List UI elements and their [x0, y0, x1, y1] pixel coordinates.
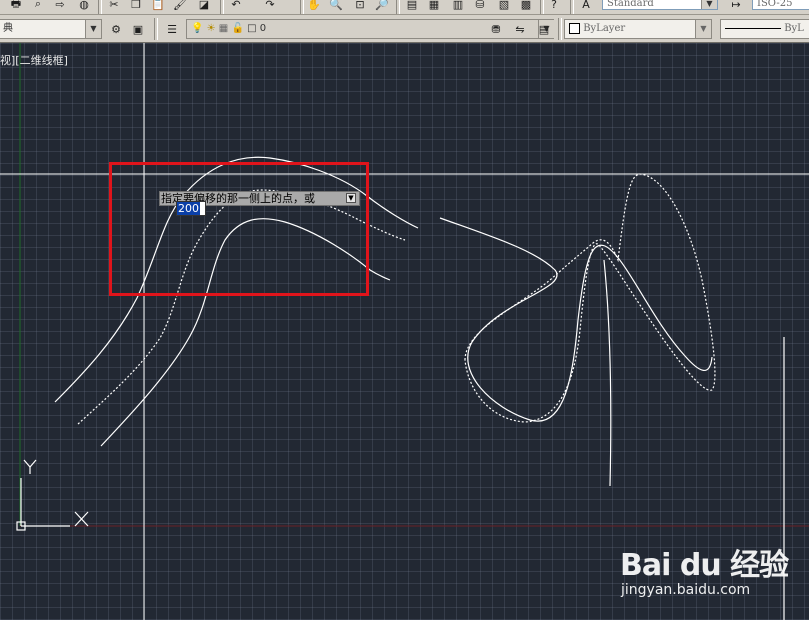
block-editor-icon[interactable]: ◪ [196, 0, 212, 12]
color-select[interactable]: ByLayer ▼ [564, 19, 712, 39]
workspace-settings-icon[interactable]: ⚙ [108, 21, 124, 37]
layer-name: 0 [259, 23, 267, 34]
paste-icon[interactable]: 📋 [150, 0, 166, 12]
layer-viewport-freeze-icon[interactable]: ▦ [219, 23, 228, 34]
redo-icon[interactable]: ↷ [262, 0, 278, 12]
separator [570, 0, 574, 14]
design-center-icon[interactable]: ▦ [426, 0, 442, 12]
cut-icon[interactable]: ✂ [106, 0, 122, 12]
zoom-previous-icon[interactable]: 🔎 [374, 0, 390, 12]
linetype-preview [725, 28, 781, 29]
baidu-watermark: Bai du 经验 jingyan.baidu.com [620, 530, 800, 610]
separator [558, 18, 562, 40]
layer-lock-icon[interactable]: 🔓 [231, 23, 243, 34]
workspace-select[interactable]: 典 ▼ [0, 19, 102, 39]
separator [154, 18, 158, 40]
separator [540, 0, 544, 14]
properties-icon[interactable]: ▤ [404, 0, 420, 12]
baidu-logo: Bai du 经验 [620, 548, 789, 583]
markup-icon[interactable]: ▧ [496, 0, 512, 12]
tool-palettes-icon[interactable]: ▥ [450, 0, 466, 12]
customize-icon[interactable]: ▣ [130, 21, 146, 37]
dim-style-icon[interactable]: ↦ [728, 0, 744, 12]
highlight-annotation-box [109, 162, 369, 296]
zoom-window-icon[interactable]: ⊡ [352, 0, 368, 12]
3d-dwf-icon[interactable]: ◍ [76, 0, 92, 12]
standard-toolbar: 🖶 ⌕ ⇨ ◍ ✂ ❐ 📋 🖌 ◪ ↶ ↷ ✋ 🔍 ⊡ 🔎 ▤ ▦ ▥ ⛁ ▧ … [0, 0, 809, 15]
dim-style-select[interactable]: ISO-25 [752, 0, 809, 10]
layer-on-icon[interactable]: 💡 [191, 23, 203, 34]
text-style-icon[interactable]: A [578, 0, 594, 12]
print-icon[interactable]: 🖶 [8, 0, 24, 12]
viewport-controls-label[interactable]: 视][二维线框] [0, 52, 68, 68]
text-style-select[interactable]: Standard ▼ [602, 0, 718, 10]
drawing-canvas[interactable] [0, 0, 809, 620]
vertical-line-1[interactable] [603, 259, 612, 487]
separator [396, 0, 400, 14]
match-properties-icon[interactable]: 🖌 [172, 0, 188, 12]
layer-previous-icon[interactable]: ⇋ [512, 21, 528, 37]
sheet-set-icon[interactable]: ⛁ [472, 0, 488, 12]
help-icon[interactable]: ? [546, 0, 562, 12]
make-object-layer-current-icon[interactable]: ⛃ [488, 21, 504, 37]
layer-freeze-icon[interactable]: ☀ [207, 23, 216, 34]
layer-states-icon[interactable]: ▤ [536, 21, 552, 37]
layer-color-icon: □ [247, 23, 257, 34]
color-swatch [569, 23, 580, 34]
pan-icon[interactable]: ✋ [306, 0, 322, 12]
separator [98, 0, 102, 14]
layer-manager-icon[interactable]: ☰ [164, 21, 180, 37]
calculator-icon[interactable]: ▩ [518, 0, 534, 12]
zoom-realtime-icon[interactable]: 🔍 [328, 0, 344, 12]
spline-loop[interactable] [439, 217, 713, 422]
separator [300, 0, 304, 14]
copy-icon[interactable]: ❐ [128, 0, 144, 12]
layers-toolbar: 典 ▼ ⚙ ▣ ☰ 💡 ☀ ▦ 🔓 □ 0 ▼ ⛃ ⇋ ▤ ByLayer ▼ B… [0, 15, 809, 43]
separator [220, 0, 224, 14]
print-preview-icon[interactable]: ⌕ [30, 0, 46, 12]
ucs-icon [16, 459, 89, 531]
linetype-select[interactable]: ByL [720, 19, 809, 39]
spline-dashed[interactable] [464, 173, 716, 423]
undo-icon[interactable]: ↶ [228, 0, 244, 12]
watermark-site: jingyan.baidu.com [621, 582, 751, 598]
publish-icon[interactable]: ⇨ [52, 0, 68, 12]
